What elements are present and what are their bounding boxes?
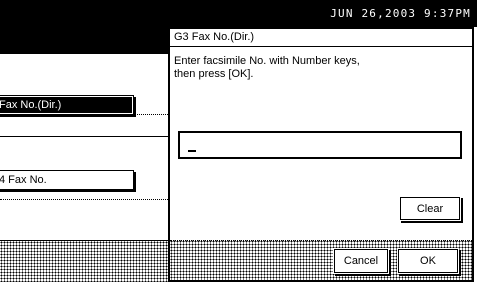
dialog-message: Enter facsimile No. with Number keys, th… [174, 55, 360, 80]
clear-label: Clear [416, 202, 444, 215]
clear-button[interactable]: Clear [400, 197, 460, 220]
datetime: JUN 26,2003 9:37PM [330, 7, 471, 20]
fax-number-dialog: G3 Fax No.(Dir.) Enter facsimile No. wit… [168, 27, 474, 282]
fax-no-dir-label: Fax No.(Dir.) [0, 99, 62, 111]
dialog-footer: Cancel OK [170, 240, 472, 280]
ok-button[interactable]: OK [398, 249, 458, 273]
cancel-button[interactable]: Cancel [334, 249, 388, 273]
background-footer [0, 240, 168, 282]
background-header [0, 27, 168, 53]
fax-no-label: 4 Fax No. [0, 174, 47, 186]
status-bar: JUN 26,2003 9:37PM [0, 0, 477, 27]
fax-number-input[interactable] [178, 131, 462, 159]
text-cursor [188, 150, 196, 152]
cancel-label: Cancel [343, 255, 379, 267]
fax-no-dir-button[interactable]: Fax No.(Dir.) [0, 95, 134, 115]
ok-label: OK [420, 255, 436, 267]
dialog-title: G3 Fax No.(Dir.) [170, 29, 472, 47]
fax-no-button[interactable]: 4 Fax No. [0, 170, 134, 190]
divider [170, 240, 472, 241]
divider [0, 199, 168, 200]
divider [0, 136, 168, 137]
divider [0, 53, 168, 54]
